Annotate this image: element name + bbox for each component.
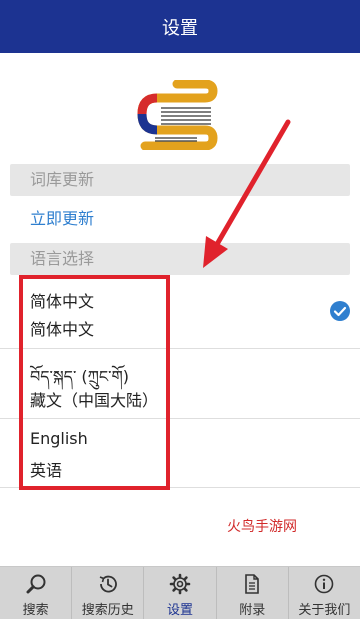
- app-logo: [137, 80, 218, 150]
- nav-label: 设置: [167, 603, 194, 618]
- language-native-name: English: [30, 429, 88, 448]
- language-chinese-name: 藏文（中国大陆）: [30, 391, 159, 410]
- language-native-name: 简体中文: [30, 292, 95, 311]
- language-option-simplified-chinese[interactable]: 简体中文 简体中文: [0, 278, 360, 348]
- nav-tab-history[interactable]: 搜索历史: [72, 567, 145, 619]
- section-header-dictionary-update: 词库更新: [10, 164, 350, 196]
- watermark-text: 火鸟手游网: [227, 519, 297, 535]
- language-chinese-name: 简体中文: [30, 320, 95, 339]
- selected-check-icon: [330, 301, 350, 321]
- document-icon: [245, 574, 260, 594]
- nav-label: 附录: [239, 603, 266, 618]
- history-icon: [99, 575, 117, 593]
- app-header: 设置: [0, 0, 360, 53]
- nav-label: 搜索: [22, 603, 49, 618]
- language-option-english[interactable]: English 英语: [0, 418, 360, 488]
- info-icon: [315, 574, 334, 594]
- nav-tab-appendix[interactable]: 附录: [217, 567, 289, 619]
- nav-tab-search[interactable]: 搜索: [0, 567, 73, 619]
- language-option-tibetan[interactable]: བོད་སྐད་ (ཀྲུང་གོ) 藏文（中国大陆）: [0, 348, 360, 418]
- language-chinese-name: 英语: [30, 461, 63, 480]
- search-icon: [26, 574, 46, 594]
- nav-label: 搜索历史: [81, 603, 134, 618]
- nav-tab-settings[interactable]: 设置: [144, 567, 217, 619]
- nav-tab-about[interactable]: 关于我们: [289, 567, 360, 619]
- update-now-link[interactable]: 立即更新: [30, 205, 94, 229]
- section-header-language: 语言选择: [10, 243, 350, 275]
- nav-label: 关于我们: [298, 603, 351, 618]
- page-title: 设置: [162, 17, 198, 39]
- gear-icon: [169, 573, 191, 595]
- bottom-navigation: 搜索 搜索历史 设置 附录 关于我们: [0, 566, 360, 619]
